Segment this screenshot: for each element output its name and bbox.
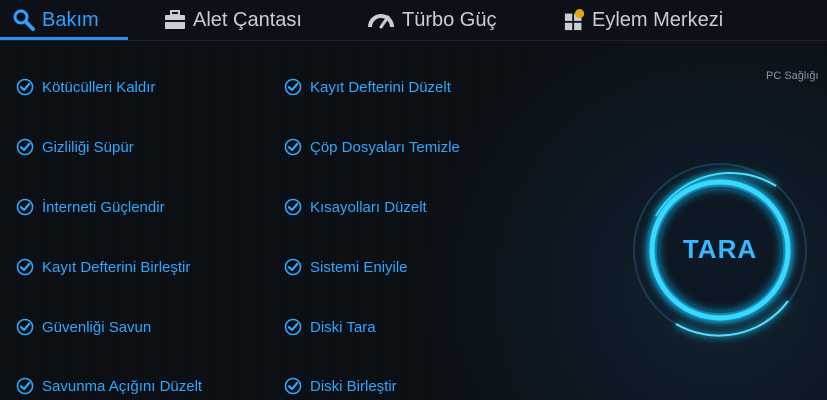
tab-label: Türbo Güç [402,8,497,31]
option-label: Savunma Açığını Düzelt [42,377,203,395]
option-cop-dosyalari-temizle[interactable]: Çöp Dosyaları Temizle [284,138,460,156]
check-circle-icon [16,258,34,276]
option-guvenlik-savun[interactable]: Güvenliği Savun [16,318,151,336]
option-kayit-duzelt[interactable]: Kayıt Defterini Düzelt [284,78,451,96]
speedometer-icon [368,14,394,29]
option-label: Kayıt Defterini Birleştir [42,258,191,276]
search-icon [13,9,35,31]
option-gizlilik-supur[interactable]: Gizliliği Süpür [16,138,134,156]
check-circle-icon [284,78,302,96]
tab-eylem-merkezi[interactable]: Eylem Merkezi [564,0,723,40]
check-circle-icon [16,138,34,156]
check-circle-icon [284,198,302,216]
option-label: Kötücülleri Kaldır [42,78,156,96]
check-circle-icon [284,318,302,336]
option-label: Çöp Dosyaları Temizle [310,138,460,156]
option-internet-guclendir[interactable]: İnterneti Güçlendir [16,198,165,216]
check-circle-icon [16,198,34,216]
option-disk-birlestir[interactable]: Diski Birleştir [284,377,397,395]
check-circle-icon [16,318,34,336]
option-kisayol-duzelt[interactable]: Kısayolları Düzelt [284,198,427,216]
scan-button-label: TARA [682,233,758,264]
option-kayit-birlestir[interactable]: Kayıt Defterini Birleştir [16,258,190,276]
option-label: Kayıt Defterini Düzelt [310,78,451,96]
check-circle-icon [284,258,302,276]
check-circle-icon [16,78,34,96]
toolbox-icon [165,10,185,29]
option-savunma-acigi-duzelt[interactable]: Savunma Açığını Düzelt [16,377,202,395]
top-tab-bar: Bakım Alet Çantası Türbo Güç Eylem Merke… [0,0,827,41]
tab-label: Bakım [42,8,99,31]
option-label: Diski Tara [310,318,376,336]
tab-alet-cantasi[interactable]: Alet Çantası [163,0,302,40]
active-tab-indicator [0,37,128,40]
option-label: Gizliliği Süpür [42,138,134,156]
apps-grid-icon [564,9,585,31]
tab-bakim[interactable]: Bakım [12,0,99,40]
check-circle-icon [16,377,34,395]
check-circle-icon [284,138,302,156]
option-label: İnterneti Güçlendir [42,198,165,216]
pc-health-label: PC Sağlığı [766,70,819,82]
option-label: Sistemi Eniyile [310,258,408,276]
option-label: Kısayolları Düzelt [310,198,427,216]
option-kotucul-kaldir[interactable]: Kötücülleri Kaldır [16,78,155,96]
tab-turbo-guc[interactable]: Türbo Güç [366,0,496,40]
scan-button[interactable]: TARA [616,156,816,346]
option-disk-tara[interactable]: Diski Tara [284,318,376,336]
check-circle-icon [284,377,302,395]
tab-label: Eylem Merkezi [592,8,724,31]
option-label: Güvenliği Savun [42,318,152,336]
tab-label: Alet Çantası [193,8,302,31]
option-sistem-eniyile[interactable]: Sistemi Eniyile [284,258,408,276]
option-label: Diski Birleştir [310,377,397,395]
